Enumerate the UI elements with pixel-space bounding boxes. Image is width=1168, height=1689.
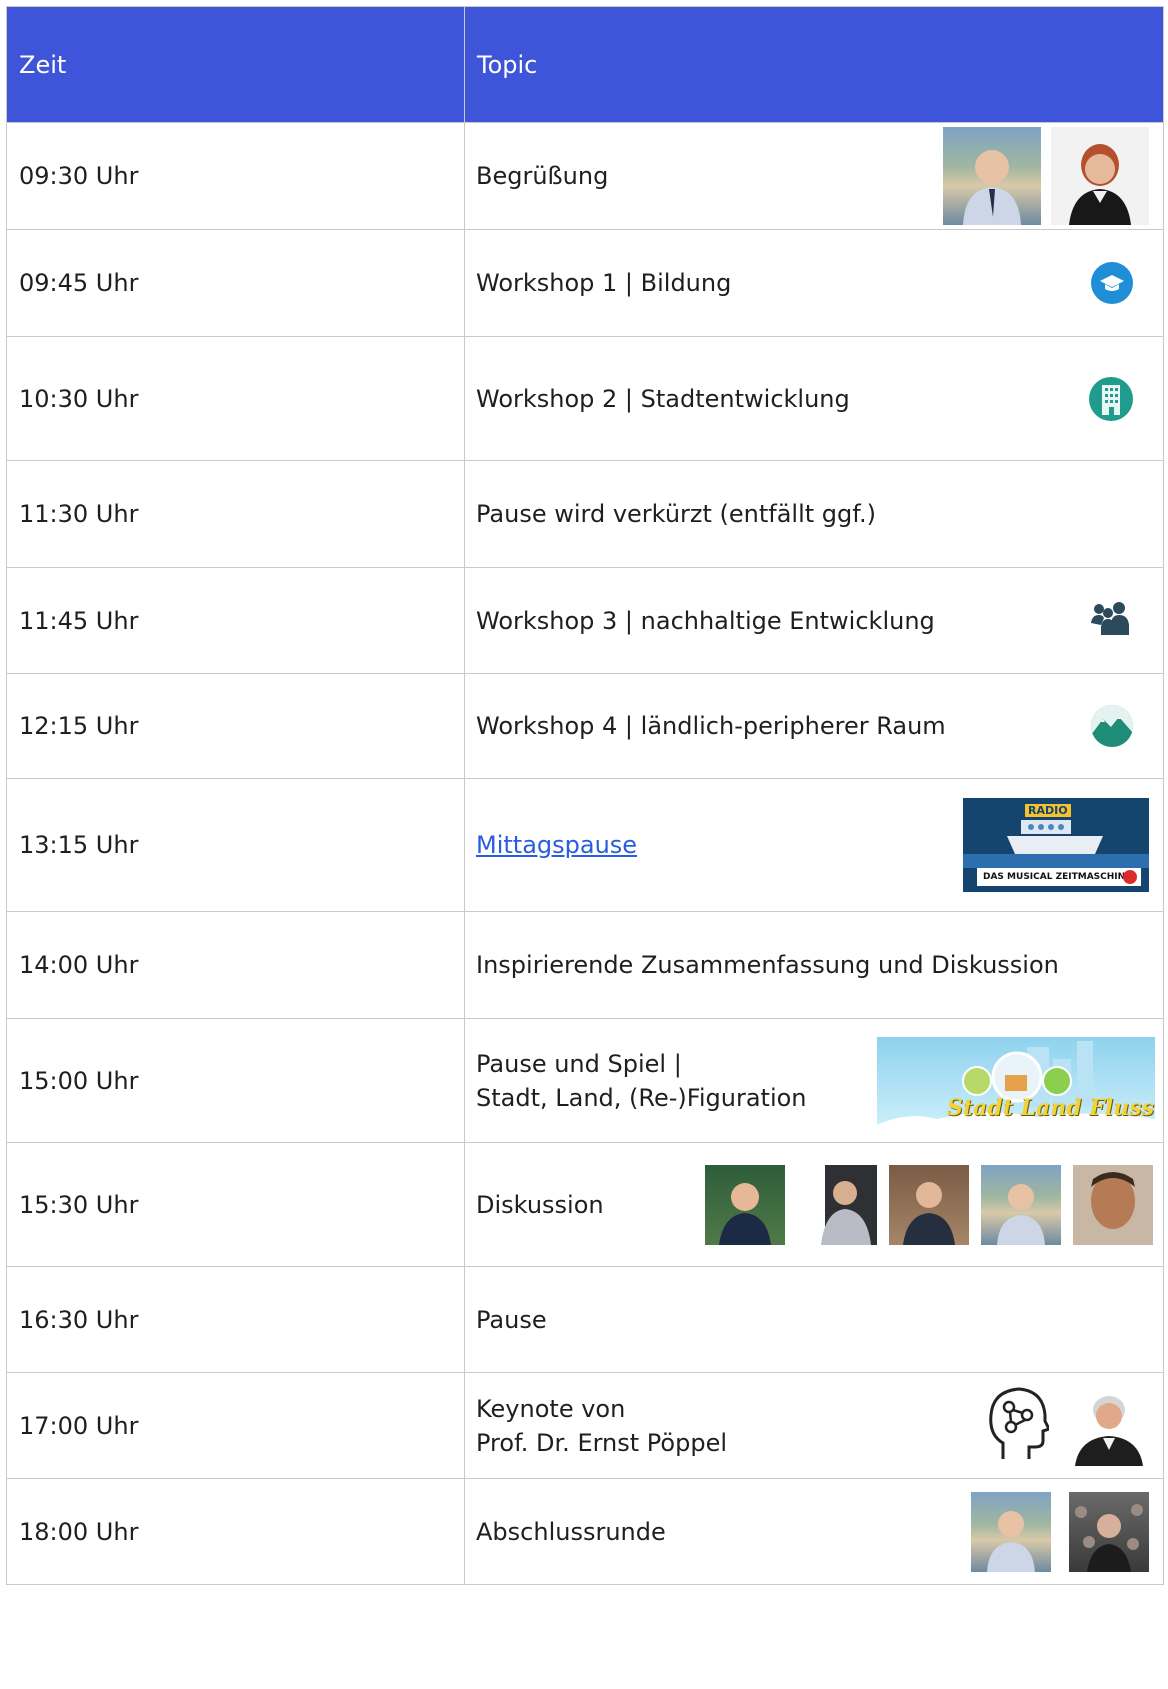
speaker-photo	[981, 1164, 1061, 1245]
row-topic-cell: Inspirierende Zusammenfassung und Diskus…	[464, 911, 1164, 1019]
topic-line-2: Stadt, Land, (Re-)Figuration	[476, 1083, 807, 1112]
row-time: 15:00 Uhr	[6, 1018, 465, 1143]
speaker-photo	[1069, 1491, 1149, 1572]
topic-line-1: Pause und Spiel |	[476, 1049, 682, 1078]
row-topic-cell: Workshop 1 | Bildung	[464, 229, 1164, 337]
row-topic-cell: Diskussion	[464, 1142, 1164, 1267]
row-time: 16:30 Uhr	[6, 1266, 465, 1373]
radio-musical-banner[interactable]: RADIO DAS MUSICAL ZEITMASCHINE	[963, 798, 1149, 892]
row-time: 09:45 Uhr	[6, 229, 465, 337]
row-topic: Diskussion	[476, 1190, 604, 1219]
row-topic: Workshop 3 | nachhaltige Entwicklung	[476, 606, 935, 635]
row-time: 15:30 Uhr	[6, 1142, 465, 1267]
speaker-photo	[1073, 1164, 1153, 1245]
header-row: Zeit Topic	[6, 6, 1164, 123]
table-row: 10:30 Uhr Workshop 2 | Stadtentwicklung	[6, 336, 1164, 461]
table-row: 09:30 Uhr Begrüßung	[6, 122, 1164, 230]
row-topic: Pause und Spiel | Stadt, Land, (Re-)Figu…	[476, 1047, 807, 1115]
row-topic: Pause	[476, 1305, 547, 1334]
row-topic-cell: Abschlussrunde	[464, 1478, 1164, 1585]
topic-line-2: Prof. Dr. Ernst Pöppel	[476, 1428, 728, 1457]
row-time: 11:45 Uhr	[6, 567, 465, 674]
speaker-photo	[943, 127, 1041, 225]
speaker-photo	[797, 1164, 877, 1245]
header-time: Zeit	[6, 6, 465, 123]
row-time: 14:00 Uhr	[6, 911, 465, 1019]
play-icon[interactable]	[1123, 870, 1137, 884]
table-row: 13:15 Uhr Mittagspause RADIO DAS MUSICAL…	[6, 778, 1164, 912]
row-time: 11:30 Uhr	[6, 460, 465, 568]
row-topic-cell: Workshop 2 | Stadtentwicklung	[464, 336, 1164, 461]
row-topic: Workshop 4 | ländlich-peripherer Raum	[476, 712, 946, 740]
table-row: 17:00 Uhr Keynote von Prof. Dr. Ernst Pö…	[6, 1372, 1164, 1479]
row-topic-cell: Keynote von Prof. Dr. Ernst Pöppel	[464, 1372, 1164, 1479]
brain-head-icon	[985, 1385, 1052, 1467]
game-banner-title: Stadt Land Fluss	[947, 1094, 1155, 1121]
graduation-cap-icon	[1091, 262, 1133, 304]
header-topic: Topic	[464, 6, 1164, 123]
row-time: 10:30 Uhr	[6, 336, 465, 461]
stadt-land-fluss-banner[interactable]: Stadt Land Fluss	[877, 1036, 1155, 1125]
table-row: 11:45 Uhr Workshop 3 | nachhaltige Entwi…	[6, 567, 1164, 674]
row-time: 13:15 Uhr	[6, 778, 465, 912]
table-row: 14:00 Uhr Inspirierende Zusammenfassung …	[6, 911, 1164, 1019]
speaker-photo	[889, 1164, 969, 1245]
speaker-photo	[1051, 127, 1149, 225]
agenda-table: Zeit Topic 09:30 Uhr Begrüßung 09:45 Uhr…	[6, 6, 1164, 1585]
row-topic: Abschlussrunde	[476, 1517, 666, 1546]
row-topic: Begrüßung	[476, 162, 609, 190]
topic-line-1: Keynote von	[476, 1394, 626, 1423]
table-row: 18:00 Uhr Abschlussrunde	[6, 1478, 1164, 1585]
row-time: 17:00 Uhr	[6, 1372, 465, 1479]
row-topic: Pause wird verkürzt (entfällt ggf.)	[476, 500, 876, 528]
row-topic: Inspirierende Zusammenfassung und Diskus…	[476, 951, 1059, 979]
speaker-photo	[971, 1491, 1051, 1572]
building-icon	[1089, 376, 1133, 421]
row-topic: Workshop 2 | Stadtentwicklung	[476, 384, 850, 413]
row-time: 09:30 Uhr	[6, 122, 465, 230]
mountain-icon	[1091, 705, 1133, 747]
speaker-photo	[1069, 1385, 1149, 1466]
table-row: 15:00 Uhr Pause und Spiel | Stadt, Land,…	[6, 1018, 1164, 1143]
row-topic: Workshop 1 | Bildung	[476, 269, 732, 297]
row-topic-cell: Pause und Spiel | Stadt, Land, (Re-)Figu…	[464, 1018, 1164, 1143]
row-time: 18:00 Uhr	[6, 1478, 465, 1585]
row-topic-cell: Begrüßung	[464, 122, 1164, 230]
speaker-photo	[705, 1164, 785, 1245]
table-row: 09:45 Uhr Workshop 1 | Bildung	[6, 229, 1164, 337]
row-topic-cell: Pause	[464, 1266, 1164, 1373]
row-topic-cell: Workshop 3 | nachhaltige Entwicklung	[464, 567, 1164, 674]
row-topic-cell: Workshop 4 | ländlich-peripherer Raum	[464, 673, 1164, 779]
table-row: 11:30 Uhr Pause wird verkürzt (entfällt …	[6, 460, 1164, 568]
row-topic-cell: Mittagspause RADIO DAS MUSICAL ZEITMASCH…	[464, 778, 1164, 912]
row-topic: Keynote von Prof. Dr. Ernst Pöppel	[476, 1392, 727, 1460]
banner-title: DAS MUSICAL ZEITMASCHINE	[977, 868, 1141, 886]
row-time: 12:15 Uhr	[6, 673, 465, 779]
mittagspause-link[interactable]: Mittagspause	[476, 828, 637, 862]
table-row: 15:30 Uhr Diskussion	[6, 1142, 1164, 1267]
banner-radio-text: RADIO	[1025, 804, 1071, 817]
table-row: 16:30 Uhr Pause	[6, 1266, 1164, 1373]
users-icon	[1091, 601, 1129, 641]
agenda-table-wrapper: Zeit Topic 09:30 Uhr Begrüßung 09:45 Uhr…	[6, 6, 1164, 1585]
table-row: 12:15 Uhr Workshop 4 | ländlich-peripher…	[6, 673, 1164, 779]
row-topic-cell: Pause wird verkürzt (entfällt ggf.)	[464, 460, 1164, 568]
